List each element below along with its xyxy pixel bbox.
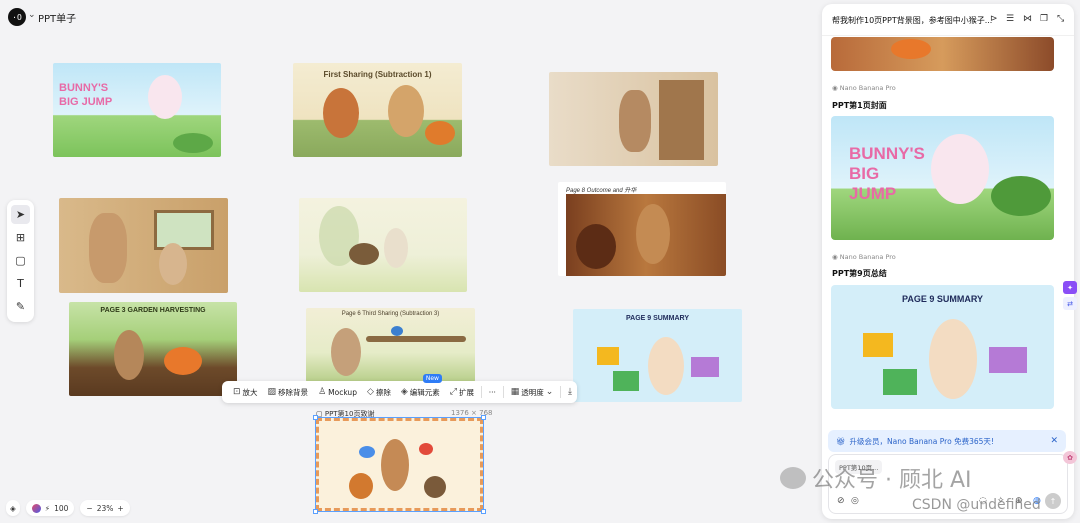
gift-icon: 🎁︎ xyxy=(836,436,846,446)
window-icon[interactable]: ❐ xyxy=(1040,14,1048,24)
canvas-image-bunny-hedgehog[interactable] xyxy=(299,198,467,292)
model-tag: ◉ Nano Banana Pro xyxy=(832,253,896,261)
panel-title: 帮我制作10页PPT背景图，参考图中小猴子... xyxy=(832,16,993,25)
image-text: Page 6 Third Sharing (Subtraction 3) xyxy=(341,311,440,317)
divider xyxy=(481,386,482,398)
canvas-image-bunny-door[interactable] xyxy=(549,72,718,166)
layers-icon: ◈ xyxy=(400,387,408,397)
bottom-bar: ◈ ⚡ 100 − 23% + xyxy=(6,500,130,516)
selection-frame[interactable] xyxy=(313,415,486,514)
remove-bg-icon: ▨ xyxy=(267,387,277,397)
eraser-icon: ◇ xyxy=(366,387,374,397)
credits-count: 100 xyxy=(54,503,69,513)
share-icon[interactable]: ⋈ xyxy=(1023,14,1032,24)
frame-tool-icon[interactable]: ⊞ xyxy=(11,228,30,247)
section-title-cover: PPT第1页封面 xyxy=(832,101,887,110)
opacity-button[interactable]: ▦ 透明度 ⌄ xyxy=(506,381,559,403)
credits-pill[interactable]: ⚡ 100 xyxy=(25,500,75,516)
section-title-summary: PPT第9页总结 xyxy=(832,269,887,278)
project-title[interactable]: PPT单子 xyxy=(38,10,76,25)
image-text: BUNNY'S BIG JUMP xyxy=(849,144,925,203)
chat-side-tab[interactable]: ✦ xyxy=(1063,281,1077,294)
erase-button[interactable]: ◇ 擦除 xyxy=(362,381,396,403)
zoom-level[interactable]: 23% xyxy=(97,504,114,513)
selected-image-size: 1376 × 768 xyxy=(451,409,493,417)
resize-handle[interactable] xyxy=(481,415,486,420)
chat-panel: 帮我制作10页PPT背景图，参考图中小猴子... ⊳ ☰ ⋈ ❐ ⤡ ◉ Nan… xyxy=(822,4,1074,519)
layers-icon: ◈ xyxy=(10,503,16,513)
edit-elements-button[interactable]: ◈ 编辑元素 New xyxy=(396,374,445,403)
download-button[interactable]: ⤓ xyxy=(563,381,577,403)
opacity-icon: ▦ xyxy=(510,387,520,397)
list-settings-icon[interactable]: ☰ xyxy=(1006,14,1014,24)
canvas-image-page8-outcome[interactable]: Page 8 Outcome and 升华 xyxy=(558,182,726,276)
collapse-icon[interactable]: ⤡ xyxy=(1057,14,1064,24)
canvas-image-page3-garden[interactable]: PAGE 3 GARDEN HARVESTING xyxy=(69,302,237,396)
zoom-control: − 23% + xyxy=(80,500,130,516)
eye-icon: ◉ xyxy=(832,253,838,261)
play-icon[interactable]: ⊳ xyxy=(990,14,998,24)
csdn-watermark: CSDN @undefined xyxy=(912,497,1041,513)
image-text: PAGE 3 GARDEN HARVESTING xyxy=(100,307,206,314)
chevron-down-icon: ⌄ xyxy=(545,387,554,397)
lightning-icon: ⚡ xyxy=(44,503,51,513)
assistant-side-tab[interactable]: ✿ xyxy=(1063,451,1077,464)
chevron-down-icon[interactable]: ⌄ xyxy=(28,10,36,20)
resize-handle[interactable] xyxy=(313,415,318,420)
image-text: Page 8 Outcome and 升华 xyxy=(566,188,637,194)
image-toolbar: ⊡ 放大 ▨ 移除背景 ♙ Mockup ◇ 擦除 ◈ 编辑元素 New ⤢ 扩展 ··· ▦… xyxy=(222,374,577,403)
wechat-icon xyxy=(780,467,806,489)
pointer-tool-icon[interactable]: ➤ xyxy=(11,205,30,224)
download-icon: ⤓ xyxy=(568,387,572,397)
mockup-button[interactable]: ♙ Mockup xyxy=(313,381,362,403)
expand-button[interactable]: ⤢ 扩展 xyxy=(445,381,479,403)
watermark: 公众号 · 顾北 AI xyxy=(780,462,972,494)
new-badge: New xyxy=(422,374,442,383)
zoom-out-button[interactable]: − xyxy=(86,504,92,513)
close-icon[interactable]: ✕ xyxy=(1050,436,1058,446)
target-icon[interactable]: ◎ xyxy=(851,496,859,506)
canvas-image-bunny-big-jump[interactable]: BUNNY'S BIG JUMP xyxy=(53,63,221,157)
divider xyxy=(560,386,562,398)
send-button[interactable]: ↑ xyxy=(1045,493,1061,509)
canvas-image-page9-summary[interactable]: PAGE 9 SUMMARY xyxy=(573,309,742,402)
app-logo[interactable]: ·O xyxy=(8,8,26,26)
avatar xyxy=(31,503,41,513)
canvas-image-page6-third-sharing[interactable]: Page 6 Third Sharing (Subtraction 3) xyxy=(306,308,475,382)
panel-header: 帮我制作10页PPT背景图，参考图中小猴子... ⊳ ☰ ⋈ ❐ ⤡ xyxy=(822,4,1074,36)
remove-background-button[interactable]: ▨ 移除背景 xyxy=(263,381,314,403)
upscale-icon: ⊡ xyxy=(233,387,241,397)
resize-handle[interactable] xyxy=(481,509,486,514)
attach-icon[interactable]: ⊘ xyxy=(837,496,845,506)
translate-side-tab[interactable]: ⇄ xyxy=(1063,297,1077,310)
tool-palette: ➤ ⊞ ▢ T ✎ xyxy=(7,200,34,322)
image-text: PAGE 9 SUMMARY xyxy=(901,294,983,304)
generated-image-summary[interactable]: PAGE 9 SUMMARY xyxy=(831,285,1054,409)
generated-image-cover[interactable]: BUNNY'S BIG JUMP xyxy=(831,116,1054,240)
upscale-button[interactable]: ⊡ 放大 xyxy=(228,381,263,403)
expand-icon: ⤢ xyxy=(449,387,457,397)
image-text: BUNNY'S BIG JUMP xyxy=(59,82,113,108)
zoom-in-button[interactable]: + xyxy=(117,504,123,513)
canvas-image-bunny-kitchen[interactable] xyxy=(59,198,228,293)
canvas-image-first-sharing[interactable]: First Sharing (Subtraction 1) xyxy=(293,63,462,157)
image-text: PAGE 9 SUMMARY xyxy=(625,315,689,322)
model-tag: ◉ Nano Banana Pro xyxy=(832,84,896,92)
rectangle-tool-icon[interactable]: ▢ xyxy=(11,251,30,270)
pen-tool-icon[interactable]: ✎ xyxy=(11,297,30,316)
more-button[interactable]: ··· xyxy=(484,381,501,403)
shirt-icon: ♙ xyxy=(318,387,327,397)
divider xyxy=(502,386,504,398)
eye-icon: ◉ xyxy=(832,84,838,92)
resize-handle[interactable] xyxy=(313,509,318,514)
previous-generated-image[interactable] xyxy=(831,37,1054,71)
upgrade-banner[interactable]: 🎁︎ 升级会员，Nano Banana Pro 免费365天! ✕ xyxy=(828,430,1066,452)
image-text: First Sharing (Subtraction 1) xyxy=(323,70,432,79)
layers-button[interactable]: ◈ xyxy=(6,500,20,516)
text-tool-icon[interactable]: T xyxy=(11,274,30,293)
